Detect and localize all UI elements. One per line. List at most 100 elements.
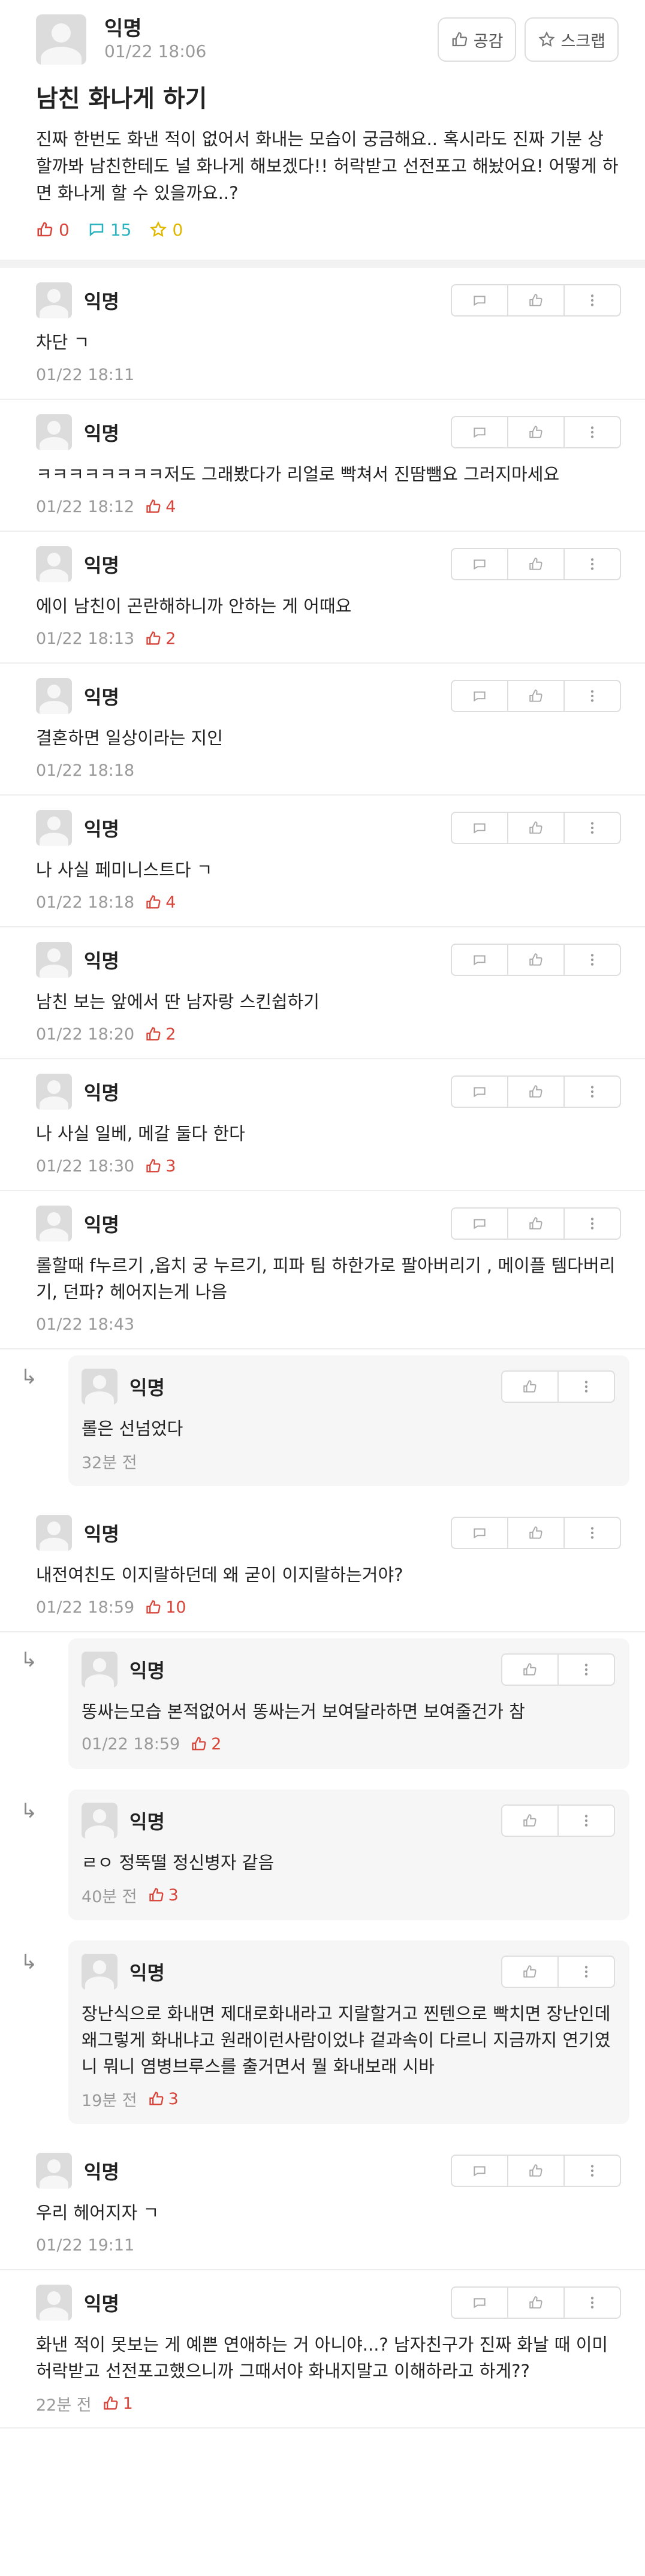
comment-reply-button[interactable] bbox=[452, 1518, 507, 1548]
comment-like-button[interactable] bbox=[502, 1957, 557, 1987]
comment-reply-button[interactable] bbox=[452, 2288, 507, 2318]
reply-arrow-icon: ↳ bbox=[20, 1365, 38, 1389]
comment-actions bbox=[451, 944, 621, 976]
comment-like-button[interactable] bbox=[507, 681, 563, 711]
comment-time: 01/22 19:11 bbox=[36, 2235, 135, 2255]
comment-count: 15 bbox=[88, 220, 131, 240]
comment-like-button[interactable] bbox=[507, 549, 563, 579]
more-vertical-icon bbox=[590, 558, 594, 570]
comment-reply-button[interactable] bbox=[452, 1077, 507, 1107]
comment-text: 나 사실 일베, 메갈 둘다 한다 bbox=[36, 1123, 245, 1144]
comment-item: 익명 화낸 적이 못보는 게 예쁜 연애하는 거 아니야...? 남자친구가 진짜… bbox=[0, 2270, 645, 2429]
thumbs-up-icon bbox=[529, 1085, 542, 1098]
comment-more-button[interactable] bbox=[557, 1655, 614, 1685]
comment-time: 32분 전 bbox=[82, 1453, 137, 1472]
comment-time: 01/22 18:59 bbox=[82, 1734, 180, 1754]
comment-time: 01/22 18:43 bbox=[36, 1315, 135, 1334]
like-count-value: 0 bbox=[59, 219, 70, 240]
comment-footer: 40분 전 3 bbox=[82, 1883, 615, 1907]
scrap-count-value: 0 bbox=[172, 219, 183, 240]
comment-author: 익명 bbox=[84, 818, 119, 840]
comment-time: 01/22 18:18 bbox=[36, 893, 135, 912]
comment-more-button[interactable] bbox=[557, 1957, 614, 1987]
comment-more-button[interactable] bbox=[563, 285, 620, 315]
comment-author: 익명 bbox=[84, 2161, 119, 2183]
comment-more-button[interactable] bbox=[557, 1372, 614, 1402]
more-vertical-icon bbox=[590, 1086, 594, 1098]
comment-like-button[interactable] bbox=[507, 285, 563, 315]
comment-like-button[interactable] bbox=[502, 1655, 557, 1685]
comment-reply-button[interactable] bbox=[452, 681, 507, 711]
comment-reply-button[interactable] bbox=[452, 813, 507, 843]
comment-item: 익명 ㅋㅋㅋㅋㅋㅋㅋㅋ저도 그래봤다가 리얼로 빡쳐서 진땀뺌요 그러지마세요 01… bbox=[0, 400, 645, 532]
post-content: 진짜 한번도 화낸 적이 없어서 화내는 모습이 궁금해요.. 혹시라도 진짜 … bbox=[36, 129, 619, 203]
comment-reply-button[interactable] bbox=[452, 1209, 507, 1239]
comment-time: 01/22 18:11 bbox=[36, 365, 135, 384]
comment-actions bbox=[451, 1517, 621, 1549]
comment-header: 익명 bbox=[82, 1367, 615, 1406]
comment-like-button[interactable] bbox=[507, 417, 563, 447]
comment-more-button[interactable] bbox=[563, 417, 620, 447]
comment-reply-button[interactable] bbox=[452, 549, 507, 579]
comment-like-button[interactable] bbox=[507, 1209, 563, 1239]
thumbs-up-icon bbox=[523, 1814, 537, 1827]
comment-like-count: 3 bbox=[165, 1156, 176, 1176]
comment-like-button[interactable] bbox=[507, 813, 563, 843]
comment-more-button[interactable] bbox=[563, 1518, 620, 1548]
comment-header: 익명 bbox=[36, 2283, 621, 2322]
avatar bbox=[82, 1954, 117, 1990]
comment-header: 익명 bbox=[36, 677, 621, 715]
post-header: 익명 01/22 18:06 공감 스크랩 bbox=[36, 13, 619, 66]
comment-author: 익명 bbox=[84, 422, 119, 445]
comment-more-button[interactable] bbox=[563, 2288, 620, 2318]
comment-footer: 22분 전 1 bbox=[36, 2391, 621, 2415]
more-vertical-icon bbox=[584, 1381, 588, 1393]
thumbs-up-icon bbox=[146, 499, 161, 513]
comment-more-button[interactable] bbox=[563, 1077, 620, 1107]
comment-reply-button[interactable] bbox=[452, 417, 507, 447]
comment-reply-button[interactable] bbox=[452, 285, 507, 315]
thumbs-up-icon bbox=[529, 294, 542, 306]
thumbs-up-icon bbox=[529, 821, 542, 834]
comment-like-button[interactable] bbox=[507, 1518, 563, 1548]
comment-icon bbox=[474, 2298, 486, 2309]
comment-like-count: 3 bbox=[168, 1885, 179, 1905]
comment-author: 익명 bbox=[84, 1081, 119, 1104]
comment-like-button[interactable] bbox=[502, 1806, 557, 1836]
reply-box: 익명 장난식으로 화내면 제대로화내라고 지랄할거고 찐텐으로 빡치면 장난인데 … bbox=[68, 1941, 629, 2124]
reply-item: ↳ 익명 장난식으로 화내면 제대로화내라고 지랄할거고 찐텐으로 빡치면 장난인데… bbox=[0, 1935, 645, 2138]
comment-likes: 1 bbox=[103, 2394, 133, 2413]
comment-actions bbox=[451, 284, 621, 317]
comment-like-button[interactable] bbox=[507, 1077, 563, 1107]
reply-item: ↳ 익명 롤은 선넘었다 32분 전 bbox=[0, 1349, 645, 1501]
comment-more-button[interactable] bbox=[563, 2156, 620, 2186]
comment-more-button[interactable] bbox=[563, 945, 620, 975]
comment-like-button[interactable] bbox=[507, 945, 563, 975]
comment-like-count: 2 bbox=[211, 1734, 222, 1754]
comment-text: 내전여친도 이지랄하던데 왜 굳이 이지랄하는거야? bbox=[36, 1565, 403, 1585]
comment-more-button[interactable] bbox=[563, 813, 620, 843]
comment-likes: 3 bbox=[148, 1886, 179, 1905]
comment-more-button[interactable] bbox=[563, 681, 620, 711]
comment-reply-button[interactable] bbox=[452, 945, 507, 975]
comment-header: 익명 bbox=[36, 809, 621, 847]
reply-box: 익명 ㄹㅇ 정뚝떨 정신병자 같음 40분 전 3 bbox=[68, 1789, 629, 1920]
thumbs-up-icon bbox=[523, 1663, 537, 1676]
comment-header: 익명 bbox=[36, 281, 621, 320]
reply-item: ↳ 익명 똥싸는모습 본적없어서 똥싸는거 보여달라하면 보여줄건가 참 01/22 … bbox=[0, 1632, 645, 1783]
comment-more-button[interactable] bbox=[563, 549, 620, 579]
comment-likes: 2 bbox=[191, 1735, 221, 1754]
more-vertical-icon bbox=[590, 1527, 594, 1539]
comment-like-button[interactable] bbox=[507, 2156, 563, 2186]
comment-like-button[interactable] bbox=[502, 1372, 557, 1402]
comment-like-button[interactable] bbox=[507, 2288, 563, 2318]
comment-more-button[interactable] bbox=[557, 1806, 614, 1836]
thumbs-up-icon bbox=[149, 2092, 164, 2105]
comment-like-count: 10 bbox=[165, 1598, 186, 1617]
like-button[interactable]: 공감 bbox=[437, 17, 517, 62]
scrap-button[interactable]: 스크랩 bbox=[525, 17, 619, 62]
comment-header: 익명 bbox=[36, 1204, 621, 1243]
comment-more-button[interactable] bbox=[563, 1209, 620, 1239]
comment-reply-button[interactable] bbox=[452, 2156, 507, 2186]
thumbs-up-icon bbox=[529, 953, 542, 966]
